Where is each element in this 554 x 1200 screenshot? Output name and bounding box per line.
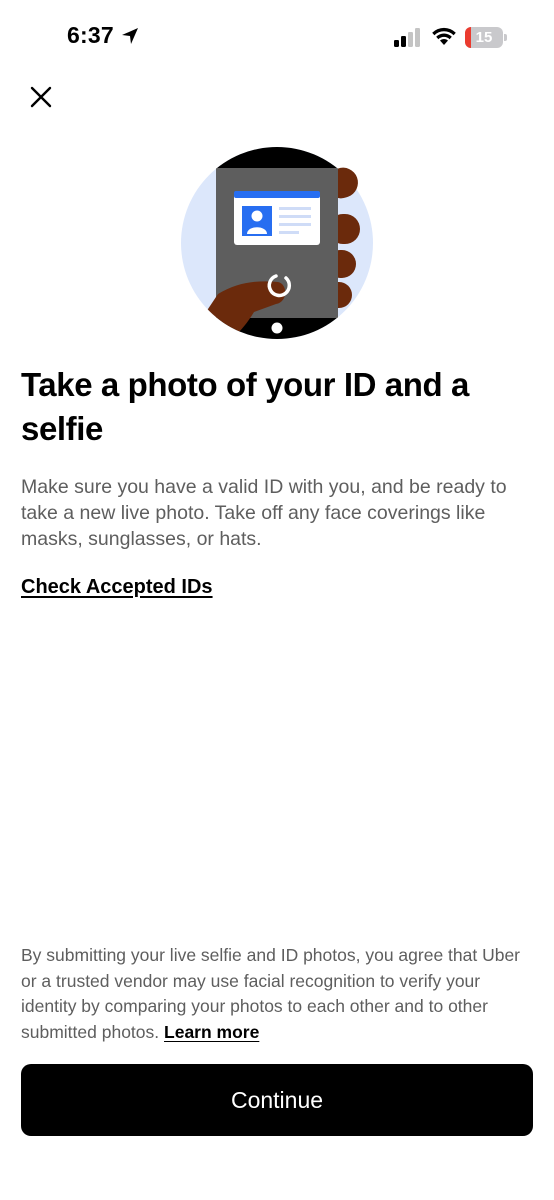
id-verification-screen: 6:37 15 Take a photo of your ID and a se…: [0, 0, 554, 1200]
id-card: [234, 191, 320, 245]
facial-recognition-disclaimer: By submitting your live selfie and ID ph…: [21, 943, 531, 1046]
close-button[interactable]: [24, 80, 58, 114]
battery-level: 15: [475, 29, 493, 46]
check-accepted-ids-link[interactable]: Check Accepted IDs: [21, 576, 213, 599]
continue-button[interactable]: Continue: [21, 1064, 533, 1136]
status-time: 6:37: [67, 22, 114, 48]
close-icon: [30, 86, 52, 108]
disclaimer-text: By submitting your live selfie and ID ph…: [21, 945, 521, 1043]
page-title: Take a photo of your ID and a selfie: [21, 366, 469, 447]
id-scan-illustration: [181, 147, 373, 339]
instructions-text: Make sure you have a valid ID with you, …: [21, 476, 507, 550]
battery-cap: [504, 34, 507, 41]
learn-more-link[interactable]: Learn more: [164, 1022, 259, 1042]
cellular-signal-icon: [394, 28, 420, 47]
phone-home-button: [271, 322, 283, 334]
status-bar: 6:37 15: [0, 0, 554, 76]
location-arrow-icon: [122, 28, 138, 44]
battery-indicator: 15: [465, 27, 503, 48]
wifi-icon: [432, 27, 456, 45]
